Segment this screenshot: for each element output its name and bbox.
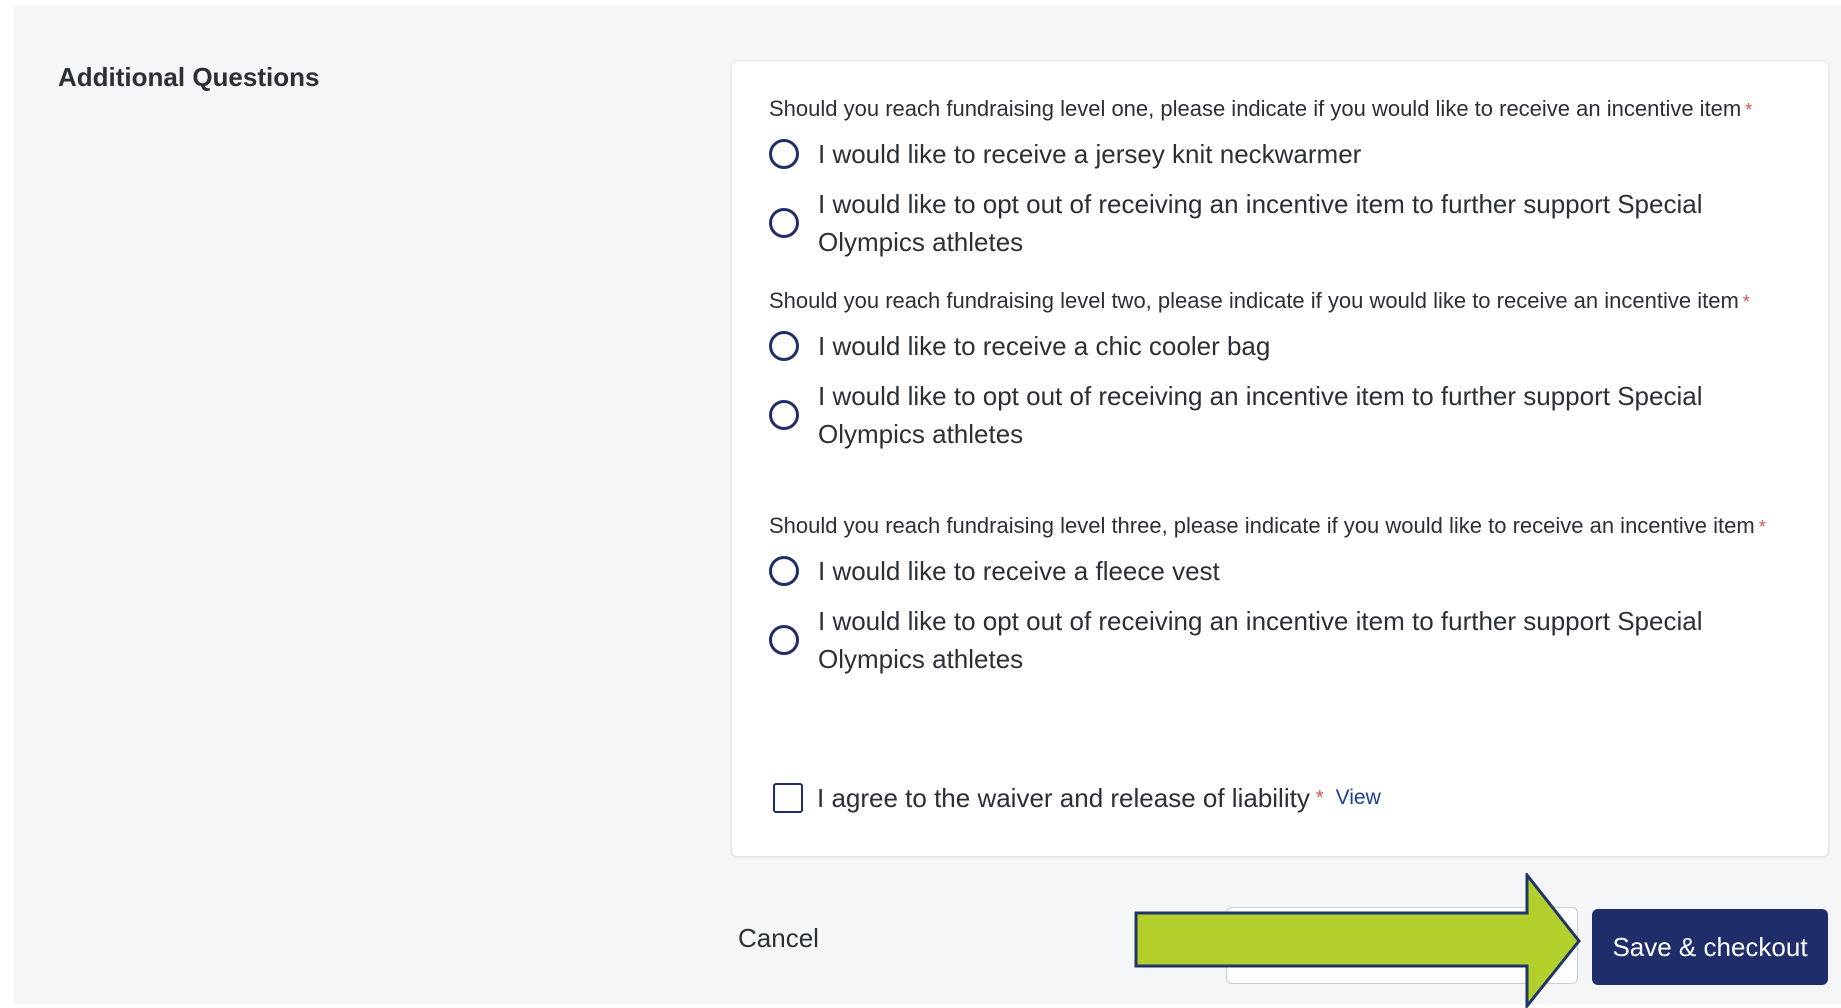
question-level-three: Should you reach fundraising level three… bbox=[769, 510, 1809, 678]
radio-option-label: I would like to opt out of receiving an … bbox=[818, 381, 1703, 449]
radio-unselected-icon[interactable] bbox=[769, 208, 799, 238]
checkbox-unchecked-icon[interactable] bbox=[773, 783, 803, 813]
radio-option-label: I would like to opt out of receiving an … bbox=[818, 189, 1703, 257]
question-level-one: Should you reach fundraising level one, … bbox=[769, 93, 1809, 261]
radio-option-label: I would like to receive a fleece vest bbox=[818, 556, 1220, 586]
radio-option-label: I would like to receive a chic cooler ba… bbox=[818, 331, 1271, 361]
radio-option-neckwarmer[interactable]: I would like to receive a jersey knit ne… bbox=[769, 135, 1809, 173]
required-asterisk: * bbox=[1315, 786, 1324, 809]
annotation-arrow-shape bbox=[1134, 873, 1581, 1008]
radio-unselected-icon[interactable] bbox=[769, 400, 799, 430]
waiver-row: I agree to the waiver and release of lia… bbox=[773, 778, 1381, 818]
section-title: Additional Questions bbox=[58, 62, 320, 92]
waiver-view-link[interactable]: View bbox=[1336, 786, 1381, 810]
radio-unselected-icon[interactable] bbox=[769, 625, 799, 655]
waiver-label[interactable]: I agree to the waiver and release of lia… bbox=[817, 783, 1310, 814]
save-checkout-button[interactable]: Save & checkout bbox=[1592, 909, 1828, 985]
question-label: Should you reach fundraising level one, … bbox=[769, 96, 1753, 121]
radio-option-opt-out-level-three[interactable]: I would like to opt out of receiving an … bbox=[769, 602, 1809, 678]
radio-option-label: I would like to opt out of receiving an … bbox=[818, 606, 1703, 674]
required-asterisk: * bbox=[1758, 517, 1766, 537]
radio-unselected-icon[interactable] bbox=[769, 331, 799, 361]
page-background: Additional Questions Should you reach fu… bbox=[14, 5, 1841, 1008]
radio-option-fleece-vest[interactable]: I would like to receive a fleece vest bbox=[769, 552, 1809, 590]
radio-unselected-icon[interactable] bbox=[769, 556, 799, 586]
radio-option-opt-out-level-two[interactable]: I would like to opt out of receiving an … bbox=[769, 377, 1809, 453]
radio-option-cooler-bag[interactable]: I would like to receive a chic cooler ba… bbox=[769, 327, 1809, 365]
question-label: Should you reach fundraising level three… bbox=[769, 513, 1766, 538]
radio-option-opt-out-level-one[interactable]: I would like to opt out of receiving an … bbox=[769, 185, 1809, 261]
questions-card: Should you reach fundraising level one, … bbox=[731, 60, 1829, 857]
required-asterisk: * bbox=[1742, 292, 1750, 312]
required-asterisk: * bbox=[1745, 100, 1753, 120]
cancel-button[interactable]: Cancel bbox=[738, 923, 819, 954]
radio-option-label: I would like to receive a jersey knit ne… bbox=[818, 139, 1362, 169]
question-label: Should you reach fundraising level two, … bbox=[769, 288, 1750, 313]
question-level-two: Should you reach fundraising level two, … bbox=[769, 285, 1809, 453]
radio-unselected-icon[interactable] bbox=[769, 139, 799, 169]
arrow-right-icon bbox=[1134, 873, 1581, 1008]
